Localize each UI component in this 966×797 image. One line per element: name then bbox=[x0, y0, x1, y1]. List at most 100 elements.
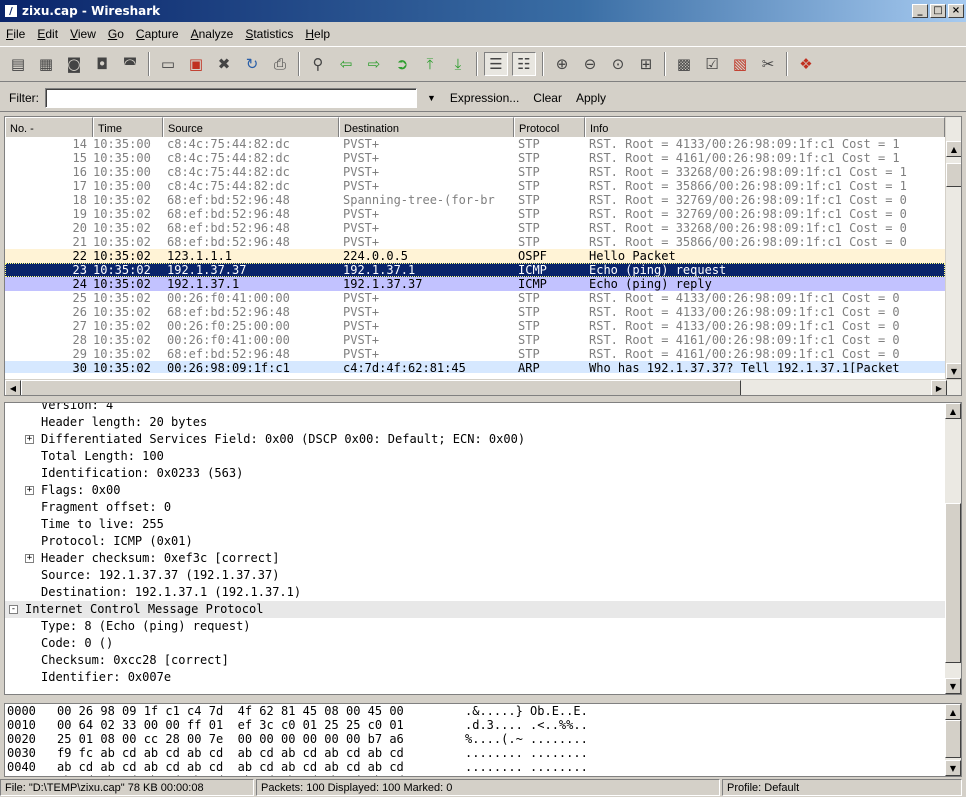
go-to-packet-icon[interactable]: ➲ bbox=[390, 52, 414, 76]
packet-row[interactable]: 16 10:35:00 c8:4c:75:44:82:dc PVST+ STP RST. … bbox=[5, 165, 945, 179]
packet-details-pane[interactable]: Version: 4 Header length: 20 bytes + Differ… bbox=[4, 402, 962, 695]
detail-tree-item[interactable]: Code: 0 () bbox=[5, 635, 945, 652]
restart-capture-icon[interactable]: ◚ bbox=[118, 52, 142, 76]
detail-tree-item[interactable]: + Header checksum: 0xef3c [correct] bbox=[5, 550, 945, 567]
detail-tree-item[interactable]: Checksum: 0xcc28 [correct] bbox=[5, 652, 945, 669]
expression-button[interactable]: Expression... bbox=[450, 91, 519, 105]
detail-tree-item[interactable]: + Differentiated Services Field: 0x00 (DS… bbox=[5, 431, 945, 448]
hexdump-row[interactable]: 0050ab cd ab cd ab cd ab cd ab cd ab cd … bbox=[7, 774, 947, 776]
scroll-thumb[interactable] bbox=[946, 163, 961, 187]
hexdump-row[interactable]: 0000 00 26 98 09 1f c1 c4 7d 4f 62 81 45 … bbox=[7, 704, 947, 718]
hexdump-row[interactable]: 0010 00 64 02 33 00 00 ff 01 ef 3c c0 01 … bbox=[7, 718, 947, 732]
reload-icon[interactable]: ↻ bbox=[240, 52, 264, 76]
coloring-rules-icon[interactable]: ▧ bbox=[728, 52, 752, 76]
go-last-icon[interactable]: ⤓ bbox=[446, 52, 470, 76]
bytes-vertical-scrollbar[interactable]: ▲ ▼ bbox=[945, 704, 961, 776]
menu-edit[interactable]: Edit bbox=[37, 27, 58, 41]
autoscroll-icon[interactable]: ☷ bbox=[512, 52, 536, 76]
go-forward-icon[interactable]: ⇨ bbox=[362, 52, 386, 76]
hexdump-row[interactable]: 0030 f9 fc ab cd ab cd ab cd ab cd ab cd … bbox=[7, 746, 947, 760]
expand-icon[interactable]: + bbox=[25, 435, 34, 444]
menu-file[interactable]: File bbox=[6, 27, 25, 41]
hexdump-row[interactable]: 0020 25 01 08 00 cc 28 00 7e 00 00 00 00 … bbox=[7, 732, 947, 746]
packet-row[interactable]: 27 10:35:02 00:26:f0:25:00:00 PVST+ STP RST. … bbox=[5, 319, 945, 333]
packet-row[interactable]: 26 10:35:02 68:ef:bd:52:96:48 PVST+ STP RST. … bbox=[5, 305, 945, 319]
scroll-right-icon[interactable]: ▶ bbox=[931, 380, 947, 395]
scroll-down-icon[interactable]: ▼ bbox=[945, 678, 961, 694]
packet-list-pane[interactable]: No. - Time Source Destination Protocol I… bbox=[4, 116, 962, 396]
packet-row[interactable]: 22 10:35:02 123.1.1.1 224.0.0.5 OSPF Hello Pa… bbox=[5, 249, 945, 263]
apply-button[interactable]: Apply bbox=[576, 91, 606, 105]
scroll-thumb[interactable] bbox=[945, 720, 961, 758]
scroll-thumb[interactable] bbox=[945, 503, 961, 663]
maximize-button[interactable]: □ bbox=[930, 4, 946, 18]
packet-row[interactable]: 19 10:35:02 68:ef:bd:52:96:48 PVST+ STP RST. … bbox=[5, 207, 945, 221]
menu-go[interactable]: Go bbox=[108, 27, 124, 41]
colorize-icon[interactable]: ☰ bbox=[484, 52, 508, 76]
packet-bytes-pane[interactable]: 0000 00 26 98 09 1f c1 c4 7d 4f 62 81 45 … bbox=[4, 703, 962, 777]
packet-row[interactable]: 29 10:35:02 68:ef:bd:52:96:48 PVST+ STP RST. … bbox=[5, 347, 945, 361]
scroll-up-icon[interactable]: ▲ bbox=[946, 141, 961, 157]
packet-row[interactable]: 15 10:35:00 c8:4c:75:44:82:dc PVST+ STP RST. … bbox=[5, 151, 945, 165]
interface-list-icon[interactable]: ▤ bbox=[6, 52, 30, 76]
status-profile[interactable]: Profile: Default bbox=[722, 779, 962, 796]
menu-capture[interactable]: Capture bbox=[136, 27, 179, 41]
go-first-icon[interactable]: ⤒ bbox=[418, 52, 442, 76]
minimize-button[interactable]: _ bbox=[912, 4, 928, 18]
print-icon[interactable]: ⎙ bbox=[268, 52, 292, 76]
close-window-button[interactable]: × bbox=[948, 4, 964, 18]
preferences-icon[interactable]: ✂ bbox=[756, 52, 780, 76]
detail-tree-item[interactable]: + Flags: 0x00 bbox=[5, 482, 945, 499]
detail-tree-item[interactable]: Protocol: ICMP (0x01) bbox=[5, 533, 945, 550]
capture-options-icon[interactable]: ▦ bbox=[34, 52, 58, 76]
resize-columns-icon[interactable]: ⊞ bbox=[634, 52, 658, 76]
detail-tree-item[interactable]: Sequence number: 0x0000 bbox=[5, 686, 945, 687]
detail-tree-item[interactable]: Total Length: 100 bbox=[5, 448, 945, 465]
go-back-icon[interactable]: ⇦ bbox=[334, 52, 358, 76]
scroll-up-icon[interactable]: ▲ bbox=[945, 403, 961, 419]
normal-size-icon[interactable]: ⊙ bbox=[606, 52, 630, 76]
packet-row[interactable]: 17 10:35:00 c8:4c:75:44:82:dc PVST+ STP RST. … bbox=[5, 179, 945, 193]
collapse-icon[interactable]: - bbox=[9, 605, 18, 614]
expand-icon[interactable]: + bbox=[25, 554, 34, 563]
expand-icon[interactable]: + bbox=[25, 486, 34, 495]
filter-input[interactable] bbox=[45, 87, 417, 108]
packet-row[interactable]: 23 10:35:02 192.1.37.37 192.1.37.1 ICMP Echo … bbox=[5, 263, 945, 277]
start-capture-icon[interactable]: ◙ bbox=[62, 52, 86, 76]
detail-tree-item[interactable]: Header length: 20 bytes bbox=[5, 414, 945, 431]
detail-tree-item[interactable]: Source: 192.1.37.37 (192.1.37.37) bbox=[5, 567, 945, 584]
menu-statistics[interactable]: Statistics bbox=[245, 27, 293, 41]
save-icon[interactable]: ▣ bbox=[184, 52, 208, 76]
clear-button[interactable]: Clear bbox=[533, 91, 562, 105]
detail-tree-item[interactable]: - Internet Control Message Protocol bbox=[5, 601, 945, 618]
detail-tree-item[interactable]: Version: 4 bbox=[5, 403, 945, 414]
details-vertical-scrollbar[interactable]: ▲ ▼ bbox=[945, 403, 961, 694]
menu-help[interactable]: Help bbox=[305, 27, 330, 41]
scroll-left-icon[interactable]: ◀ bbox=[5, 380, 21, 395]
packet-list-horizontal-scrollbar[interactable]: ◀ ▶ bbox=[5, 379, 961, 395]
detail-tree-item[interactable]: Fragment offset: 0 bbox=[5, 499, 945, 516]
display-filters-icon[interactable]: ☑ bbox=[700, 52, 724, 76]
help-icon[interactable]: ❖ bbox=[794, 52, 818, 76]
detail-tree-item[interactable]: Identification: 0x0233 (563) bbox=[5, 465, 945, 482]
zoom-in-icon[interactable]: ⊕ bbox=[550, 52, 574, 76]
packet-row[interactable]: 20 10:35:02 68:ef:bd:52:96:48 PVST+ STP RST. … bbox=[5, 221, 945, 235]
menu-analyze[interactable]: Analyze bbox=[191, 27, 234, 41]
stop-capture-icon[interactable]: ◘ bbox=[90, 52, 114, 76]
scroll-up-icon[interactable]: ▲ bbox=[945, 704, 961, 720]
packet-row[interactable]: 24 10:35:02 192.1.37.1 192.1.37.37 ICMP Echo … bbox=[5, 277, 945, 291]
scroll-thumb[interactable] bbox=[21, 380, 741, 395]
packet-row[interactable]: 25 10:35:02 00:26:f0:41:00:00 PVST+ STP RST. … bbox=[5, 291, 945, 305]
detail-tree-item[interactable]: Destination: 192.1.37.1 (192.1.37.1) bbox=[5, 584, 945, 601]
detail-tree-item[interactable]: Time to live: 255 bbox=[5, 516, 945, 533]
find-icon[interactable]: ⚲ bbox=[306, 52, 330, 76]
packet-row[interactable]: 30 10:35:02 00:26:98:09:1f:c1 c4:7d:4f:62:8… bbox=[5, 361, 945, 373]
detail-tree-item[interactable]: Type: 8 (Echo (ping) request) bbox=[5, 618, 945, 635]
scroll-down-icon[interactable]: ▼ bbox=[945, 760, 961, 776]
detail-tree-item[interactable]: Identifier: 0x007e bbox=[5, 669, 945, 686]
packet-list-vertical-scrollbar[interactable]: ▲ ▼ bbox=[945, 117, 961, 379]
packet-row[interactable]: 14 10:35:00 c8:4c:75:44:82:dc PVST+ STP RST. … bbox=[5, 137, 945, 151]
menu-view[interactable]: View bbox=[70, 27, 96, 41]
packet-row[interactable]: 18 10:35:02 68:ef:bd:52:96:48 Spanning-tree… bbox=[5, 193, 945, 207]
zoom-out-icon[interactable]: ⊖ bbox=[578, 52, 602, 76]
